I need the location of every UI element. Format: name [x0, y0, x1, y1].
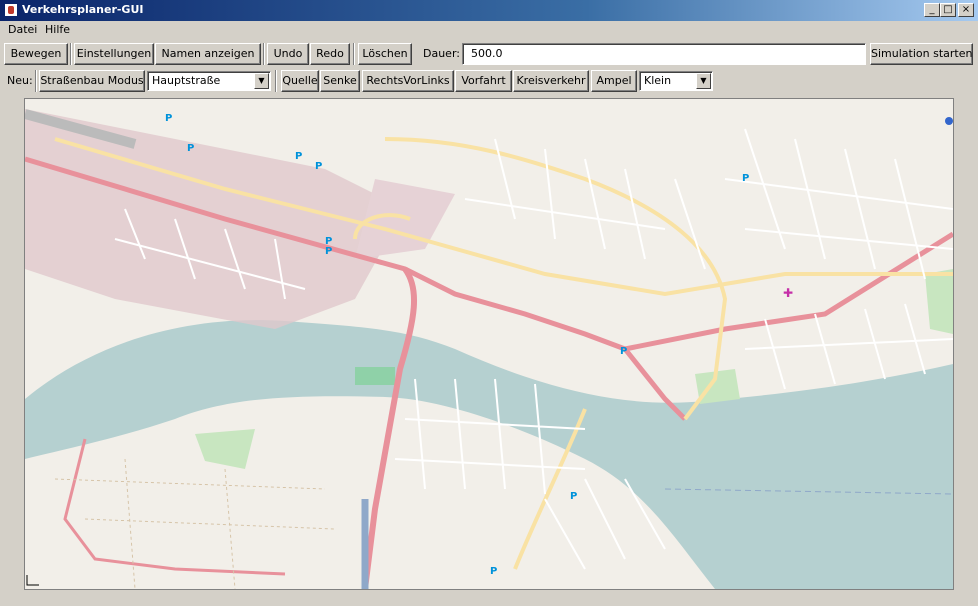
location-marker-icon: [945, 117, 953, 125]
close-icon[interactable]: ×: [958, 3, 974, 17]
road-build-mode-button[interactable]: Straßenbau Modus: [39, 70, 145, 92]
menu-hilfe[interactable]: Hilfe: [45, 23, 70, 36]
toolbar-separator: [263, 43, 265, 65]
chevron-down-icon[interactable]: ▼: [696, 73, 711, 89]
menu-datei[interactable]: Datei: [8, 23, 37, 36]
roundabout-button[interactable]: Kreisverkehr: [513, 70, 589, 92]
svg-text:P: P: [315, 161, 322, 172]
svg-text:P: P: [295, 151, 302, 162]
svg-text:P: P: [490, 566, 497, 577]
road-type-select[interactable]: Hauptstraße ▼: [147, 71, 271, 91]
toolbar-new: Neu: Straßenbau Modus Hauptstraße ▼ Quel…: [0, 70, 978, 96]
delete-button[interactable]: Löschen: [358, 43, 412, 65]
size-select[interactable]: Klein ▼: [639, 71, 713, 91]
toolbar-separator: [35, 70, 37, 92]
toolbar-separator: [70, 43, 72, 65]
duration-label: Dauer:: [423, 47, 460, 60]
title-bar: Verkehrsplaner-GUI _ □ ×: [0, 0, 978, 21]
right-before-left-button[interactable]: RechtsVorLinks: [362, 70, 454, 92]
church-icon: ✚: [783, 286, 793, 300]
move-button[interactable]: Bewegen: [4, 43, 68, 65]
sink-button[interactable]: Senke: [320, 70, 360, 92]
traffic-light-button[interactable]: Ampel: [591, 70, 637, 92]
svg-text:P: P: [570, 491, 577, 502]
java-app-icon: [4, 3, 18, 17]
svg-text:P: P: [165, 113, 172, 124]
city-map: PPPP PPPP PP ✚: [25, 99, 953, 589]
road-type-value: Hauptstraße: [152, 74, 221, 87]
window-title: Verkehrsplaner-GUI: [22, 3, 144, 16]
svg-text:P: P: [620, 346, 627, 357]
size-value: Klein: [644, 74, 672, 87]
minimize-icon[interactable]: _: [924, 3, 940, 17]
toolbar-separator: [353, 43, 355, 65]
priority-button[interactable]: Vorfahrt: [455, 70, 512, 92]
start-simulation-button[interactable]: Simulation starten: [870, 43, 973, 65]
toolbar-main: Bewegen Einstellungen Namen anzeigen Und…: [0, 43, 978, 69]
map-canvas[interactable]: PPPP PPPP PP ✚: [24, 98, 954, 590]
redo-button[interactable]: Redo: [310, 43, 350, 65]
new-label: Neu:: [7, 74, 33, 87]
duration-input[interactable]: 500.0: [462, 43, 866, 65]
chevron-down-icon[interactable]: ▼: [254, 73, 269, 89]
toolbar-separator: [275, 70, 277, 92]
source-button[interactable]: Quelle: [281, 70, 319, 92]
menu-bar: Datei Hilfe: [0, 21, 978, 39]
svg-text:P: P: [187, 143, 194, 154]
maximize-icon[interactable]: □: [940, 3, 956, 17]
park-area: [355, 367, 395, 385]
show-names-button[interactable]: Namen anzeigen: [155, 43, 261, 65]
undo-button[interactable]: Undo: [267, 43, 309, 65]
svg-text:P: P: [325, 246, 332, 257]
settings-button[interactable]: Einstellungen: [74, 43, 154, 65]
svg-text:P: P: [742, 173, 749, 184]
